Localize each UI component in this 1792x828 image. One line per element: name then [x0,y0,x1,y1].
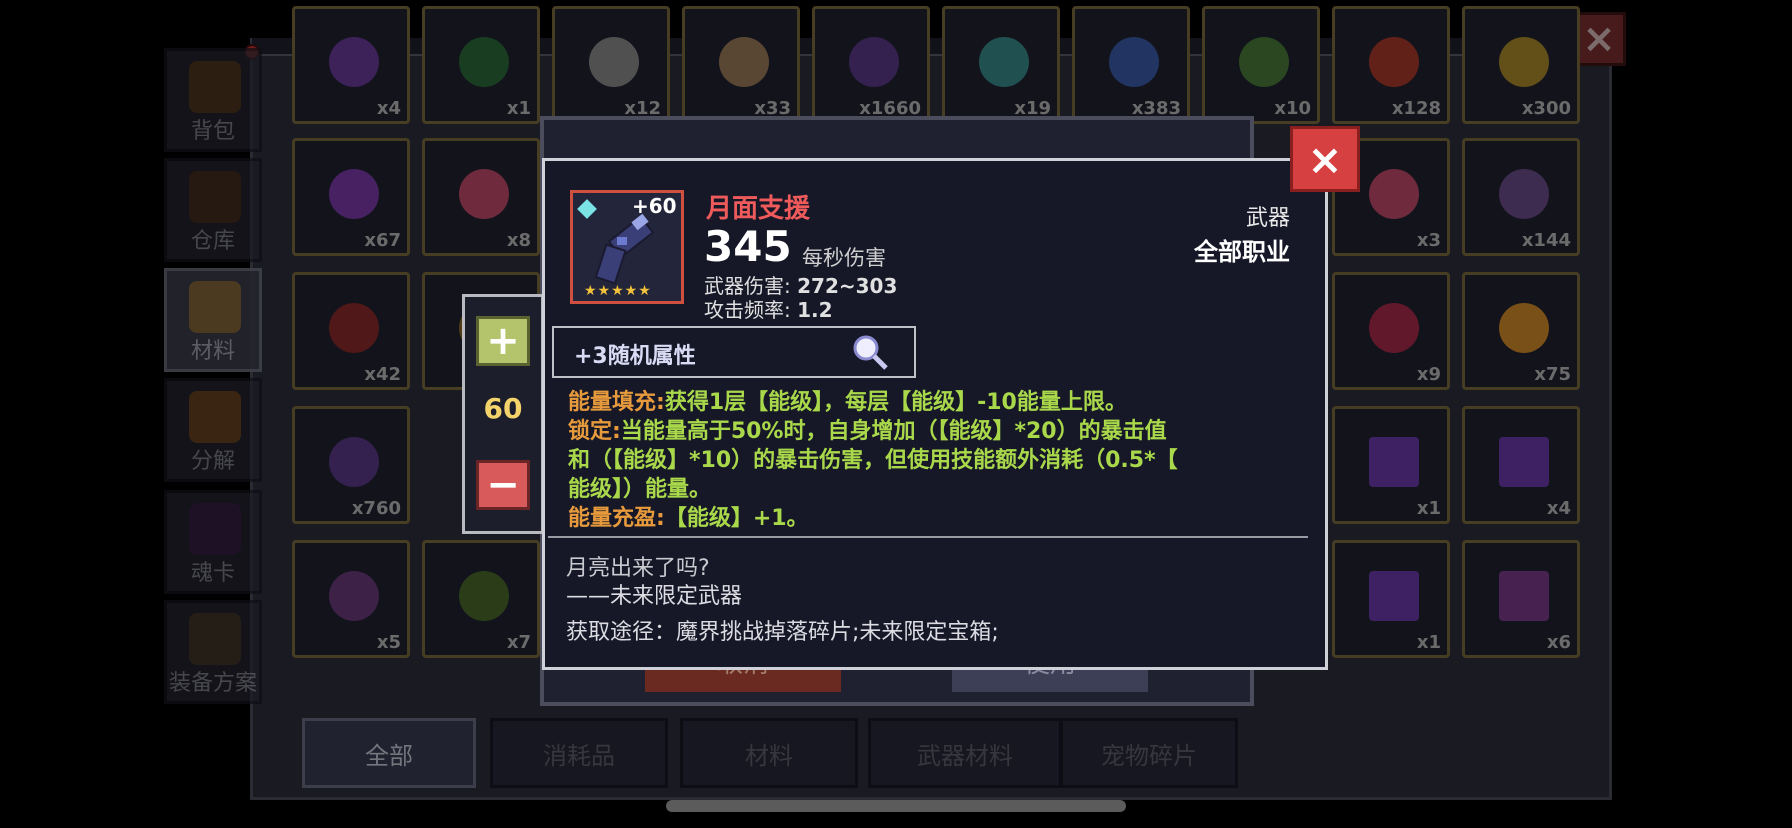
dps-label: 每秒伤害 [802,246,886,270]
magnifier-icon[interactable] [850,332,890,372]
divider [548,536,1308,538]
effect-line: 能级】）能量。 [568,475,1308,504]
effect-text: 当能量高于50%时，自身增加（【能级】*20）的暴击值 [620,419,1167,444]
rate-value: 1.2 [797,298,833,322]
effect-key: 锁定: [568,419,621,444]
effect-line: 锁定:当能量高于50%时，自身增加（【能级】*20）的暴击值 [568,417,1308,446]
decrease-button[interactable]: − [476,460,530,510]
effect-line: 和（【能级】*10）的暴击伤害，但使用技能额外消耗（0.5*【 [568,446,1308,475]
effect-text: 获得1层【能级】，每层【能级】-10能量上限。 [664,390,1127,415]
flavor-subtitle: ——未来限定武器 [566,584,743,609]
item-class: 全部职业 [1194,238,1290,266]
home-indicator[interactable] [666,800,1126,812]
close-icon: × [1307,134,1343,184]
increase-button[interactable]: + [476,316,530,366]
random-attribute-label: +3随机属性 [574,344,696,369]
tooltip-close-button[interactable]: × [1290,126,1360,192]
rate-label: 攻击频率: [704,298,791,322]
item-name: 月面支援 [706,194,811,224]
effect-key: 能量填充: [568,390,665,415]
effect-text: 和（【能级】*10）的暴击伤害，但使用技能额外消耗（0.5*【 [568,448,1178,473]
plus-icon: + [486,318,520,364]
effect-text: 【能级】+1。 [664,506,809,531]
item-type: 武器 [1245,206,1290,231]
minus-icon: − [486,462,520,508]
item-level: +60 [632,194,677,218]
quantity-value: 60 [483,392,523,425]
effect-text: 能级】）能量。 [568,477,712,502]
effect-line: 能量充盈:【能级】+1。 [568,504,1308,533]
effect-key: 能量充盈: [568,506,665,531]
star-rating: ★★★★★ [584,283,652,299]
obtain-method: 获取途径：魔界挑战掉落碎片;未来限定宝箱; [566,620,999,645]
effect-line: 能量填充:获得1层【能级】，每层【能级】-10能量上限。 [568,388,1308,417]
attack-rate: 攻击频率: 1.2 [704,294,833,323]
dps-value: 345 [704,222,792,271]
